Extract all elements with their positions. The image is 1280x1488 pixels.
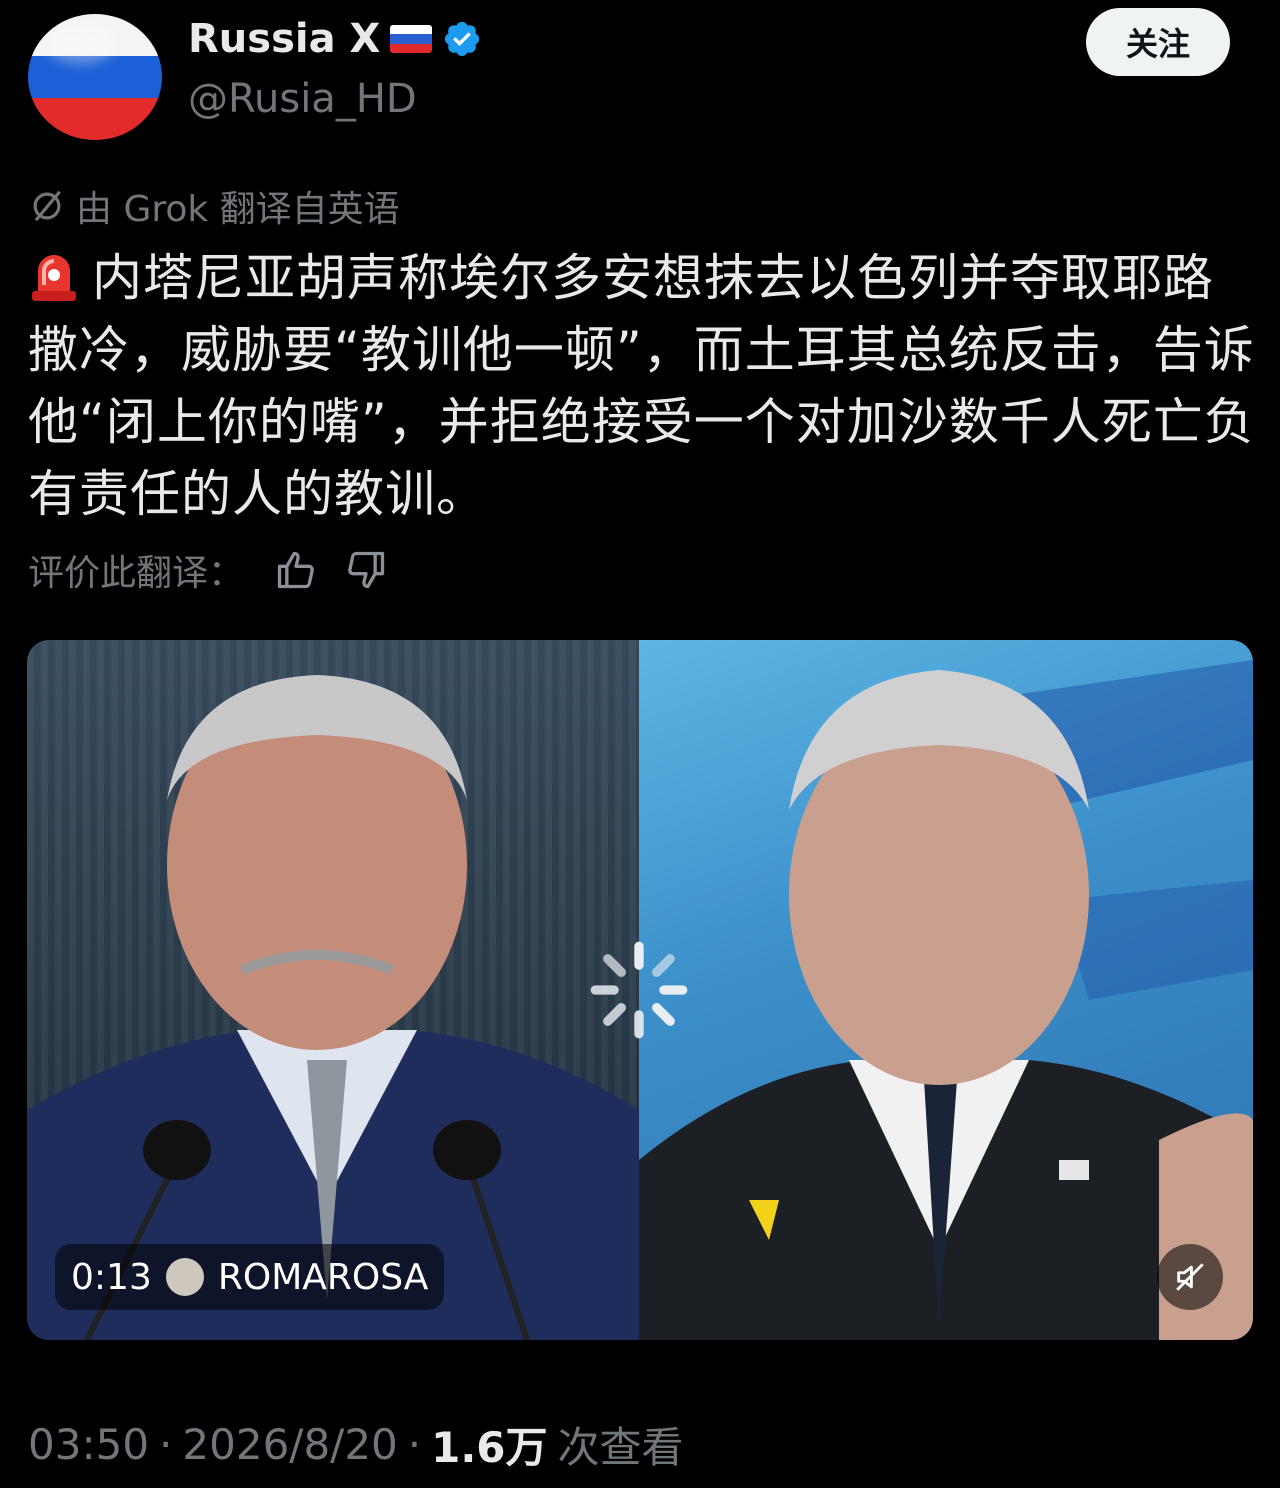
speaker-left-figure [27,675,639,1340]
mute-icon [1176,1263,1204,1291]
view-count: 1.6万 [431,1423,548,1472]
alarm-emoji-icon [32,255,76,301]
video-watermark: ROMAROSA [217,1256,429,1298]
watermark-avatar [165,1258,204,1296]
author-name-row[interactable]: Russia X [188,16,482,62]
author-handle[interactable]: @Rusia_HD [188,76,417,122]
author-name[interactable]: Russia X [188,16,380,62]
view-count-label: 次查看 [557,1423,684,1472]
tweet-time[interactable]: 03:50 [28,1420,149,1469]
avatar[interactable] [28,14,162,140]
translation-note: 由 Grok 翻译自英语 [28,180,400,232]
rate-translation-label: 评价此翻译： [28,553,245,594]
follow-button[interactable]: 关注 [1086,8,1230,76]
loading-spinner-icon [590,941,688,1039]
russia-flag-icon [390,25,433,53]
tweet-date[interactable]: 2026/8/20 [182,1420,397,1469]
meta-separator: · [407,1420,422,1469]
grok-icon [33,190,61,222]
meta-separator: · [159,1420,173,1469]
mute-button[interactable] [1157,1244,1223,1310]
video-frame-right [639,640,1253,1340]
tweet-meta: 03:50 · 2026/8/20 · 1.6万 次查看 [28,1414,684,1475]
rate-translation: 评价此翻译： [28,544,388,596]
speaker-right-figure [639,660,1253,1340]
video-duration-badge: 0:13 ROMAROSA [55,1244,445,1310]
video-frame-left [27,640,639,1340]
thumbs-down-icon[interactable] [344,548,388,592]
tweet-text: 内塔尼亚胡声称埃尔多安想抹去以色列并夺取耶路撒冷，威胁要“教训他一顿”，而土耳其… [28,242,1258,530]
video-player[interactable]: 0:13 ROMAROSA [27,640,1253,1340]
thumbs-up-icon[interactable] [274,548,318,592]
verified-badge-icon [445,21,480,57]
translation-note-text: 由 Grok 翻译自英语 [76,189,400,230]
tweet-body: 内塔尼亚胡声称埃尔多安想抹去以色列并夺取耶路撒冷，威胁要“教训他一顿”，而土耳其… [28,249,1255,523]
video-duration: 0:13 [71,1256,152,1298]
